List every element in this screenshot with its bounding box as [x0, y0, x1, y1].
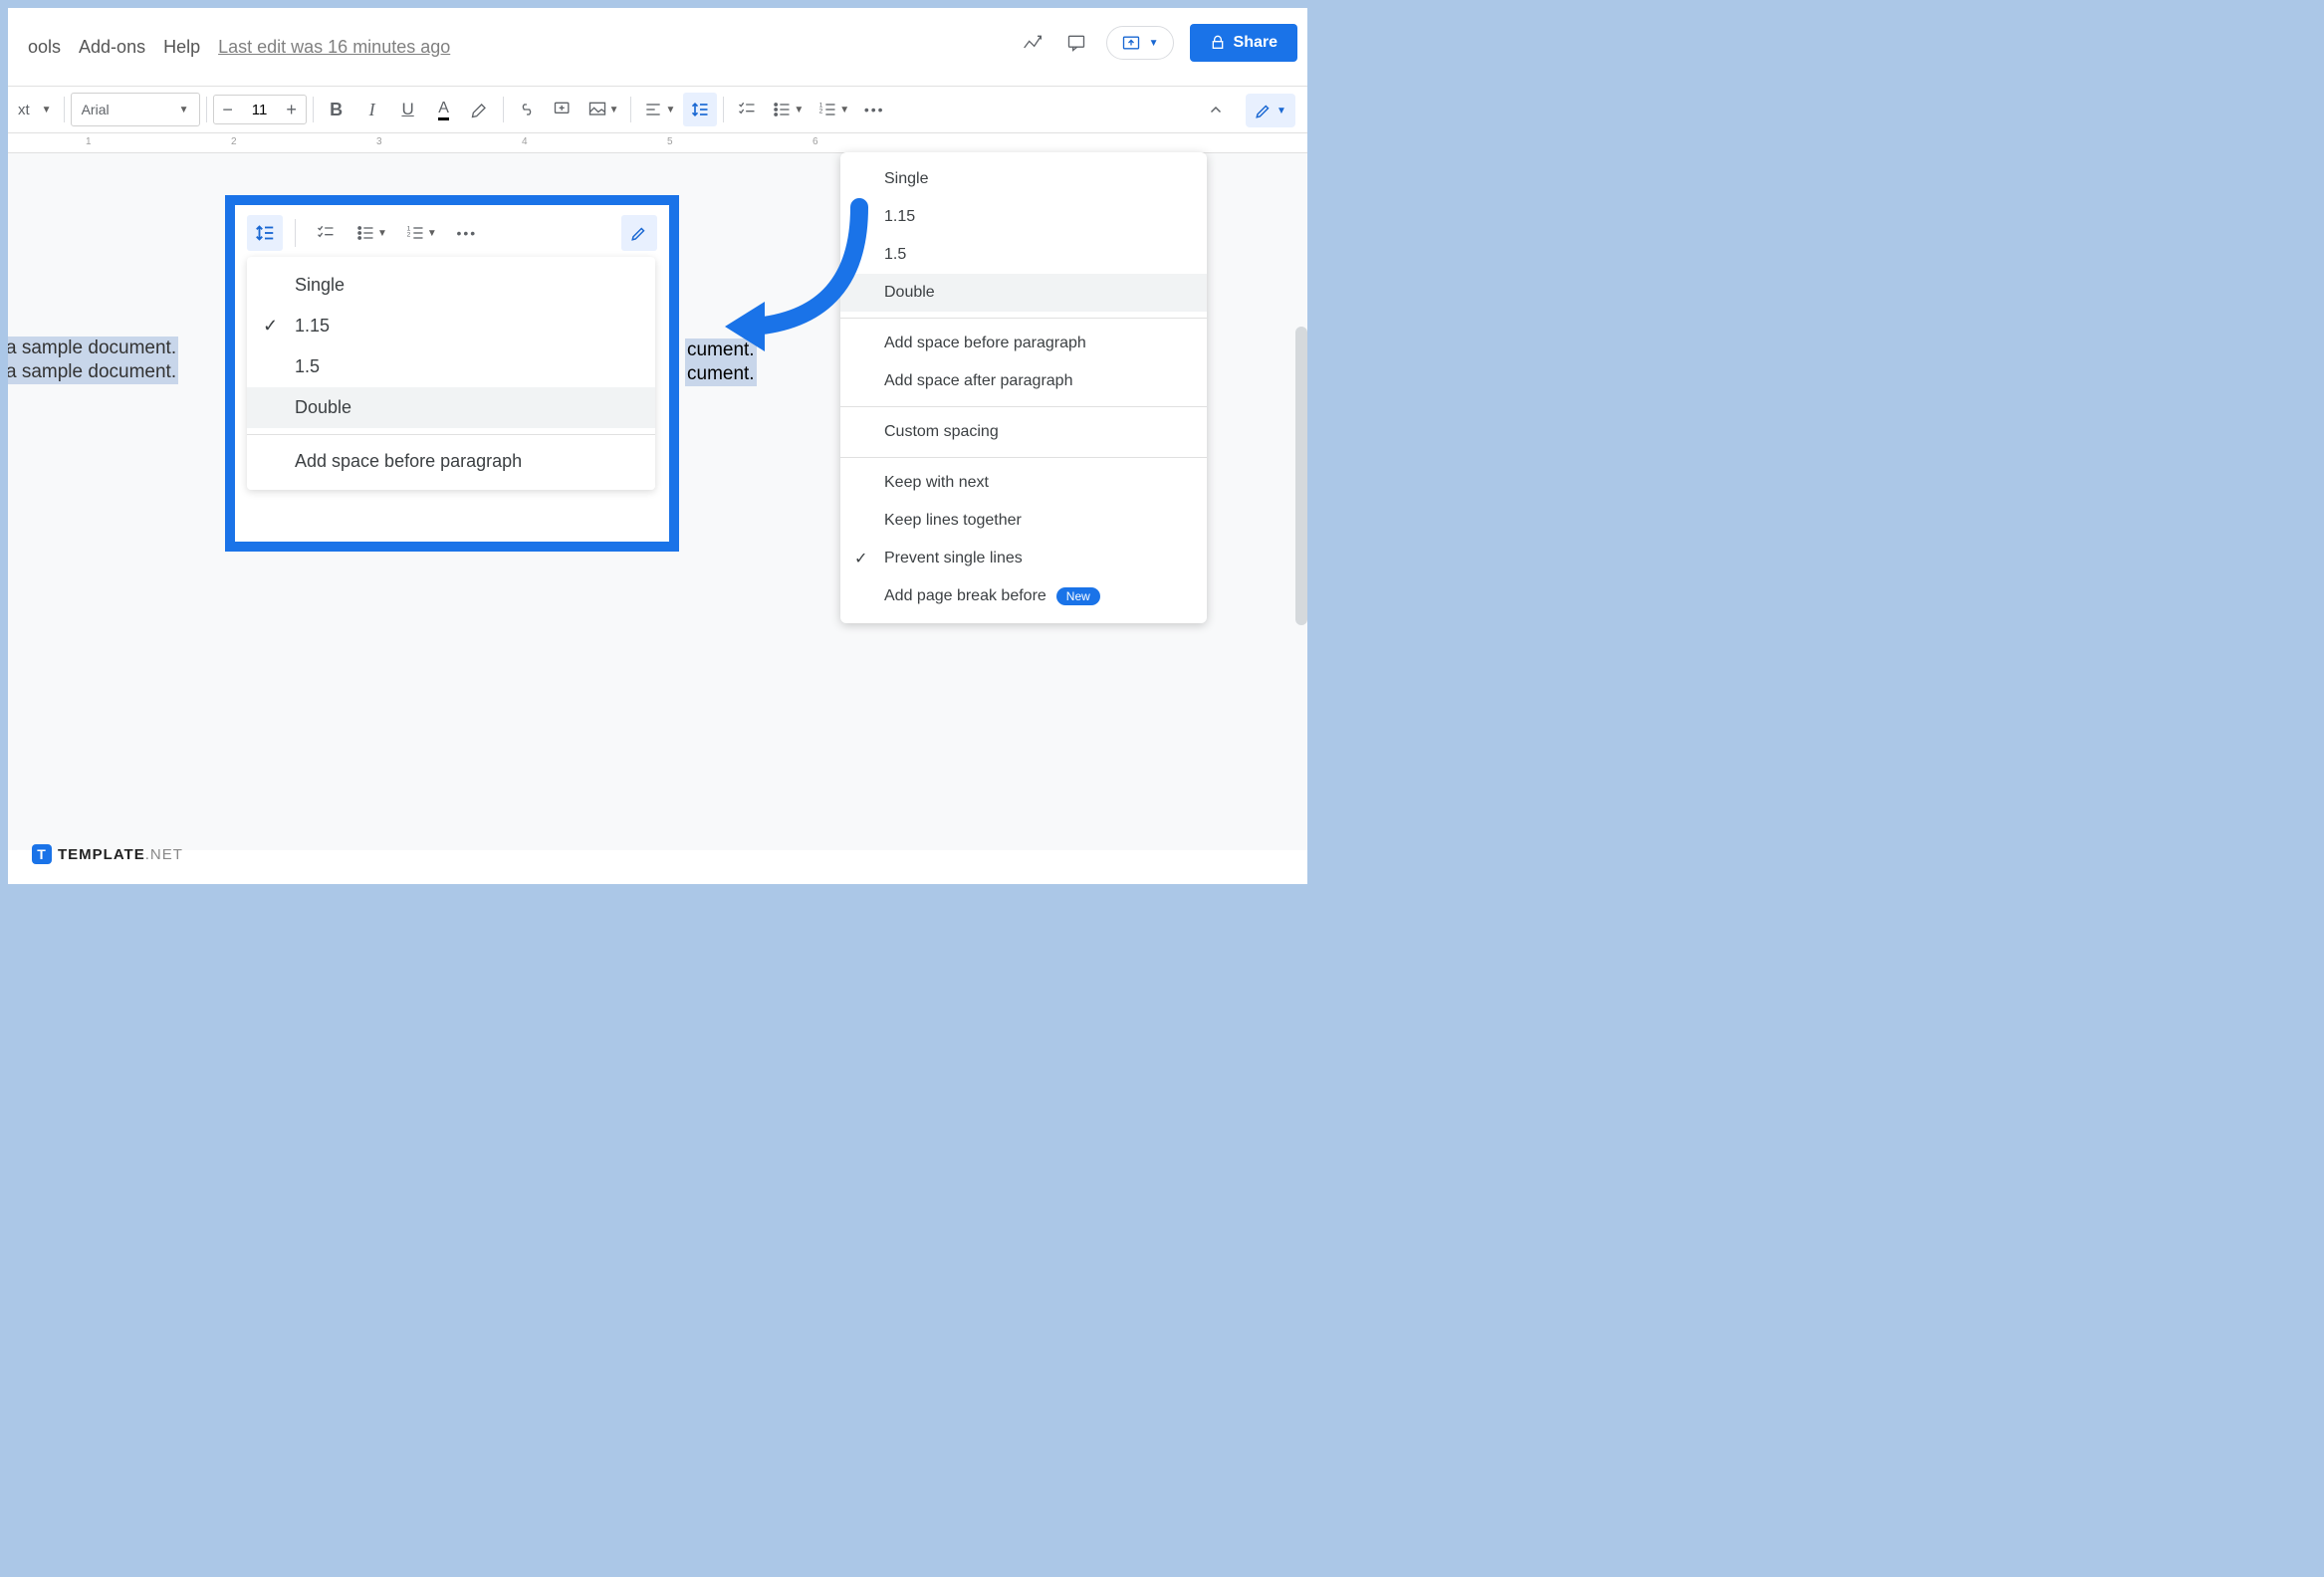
highlight-button[interactable] — [463, 93, 497, 126]
spacing-115[interactable]: ✓1.15 — [840, 198, 1207, 236]
styles-dropdown[interactable]: xt ▼ — [12, 93, 58, 126]
menu-tools[interactable]: ools — [28, 37, 61, 58]
size-value[interactable]: 11 — [242, 102, 278, 118]
add-space-before[interactable]: Add space before paragraph — [840, 325, 1207, 362]
editing-mode-button[interactable]: ▼ — [1246, 94, 1295, 127]
separator — [295, 219, 296, 247]
italic-button[interactable]: I — [355, 93, 389, 126]
checklist-button[interactable] — [730, 93, 764, 126]
comments-icon[interactable] — [1062, 29, 1090, 57]
separator — [630, 97, 631, 122]
callout-toolbar: ▼ 12 ▼ ••• — [235, 205, 669, 253]
bullet-list-button-zoom[interactable]: ▼ — [349, 215, 393, 251]
spacing-double-zoom[interactable]: Double — [247, 387, 655, 428]
ruler[interactable]: 1 2 3 4 5 6 — [8, 133, 1307, 153]
activity-icon[interactable] — [1019, 29, 1046, 57]
caret-down-icon: ▼ — [427, 228, 437, 239]
caret-down-icon: ▼ — [794, 105, 804, 115]
checklist-button-zoom[interactable] — [308, 215, 344, 251]
font-size-stepper[interactable]: − 11 + — [213, 95, 307, 124]
scrollbar-thumb[interactable] — [1295, 327, 1307, 625]
svg-text:2: 2 — [407, 231, 411, 238]
bold-button[interactable]: B — [320, 93, 353, 126]
ruler-tick: 2 — [231, 136, 237, 147]
bullet-list-button[interactable]: ▼ — [766, 93, 810, 126]
last-edit-link[interactable]: Last edit was 16 minutes ago — [218, 37, 450, 58]
caret-down-icon: ▼ — [839, 105, 849, 115]
spacing-115-zoom[interactable]: ✓1.15 — [247, 306, 655, 346]
spacing-double[interactable]: Double — [840, 274, 1207, 312]
new-badge: New — [1056, 587, 1100, 605]
text-color-button[interactable]: A — [427, 93, 461, 126]
separator — [206, 97, 207, 122]
caret-down-icon: ▼ — [665, 105, 675, 115]
collapse-toolbar-button[interactable] — [1196, 87, 1236, 134]
spacing-15-zoom[interactable]: 1.5 — [247, 346, 655, 387]
align-button[interactable]: ▼ — [637, 93, 681, 126]
ruler-tick: 4 — [522, 136, 528, 147]
separator — [64, 97, 65, 122]
ruler-tick: 5 — [667, 136, 673, 147]
image-button[interactable]: ▼ — [581, 93, 625, 126]
caret-down-icon: ▼ — [1277, 106, 1286, 116]
underline-button[interactable]: U — [391, 93, 425, 126]
prevent-single-lines[interactable]: ✓Prevent single lines — [840, 540, 1207, 577]
caret-down-icon: ▼ — [1149, 38, 1159, 49]
spacing-single-zoom[interactable]: Single — [247, 265, 655, 306]
callout-zoom: ▼ 12 ▼ ••• Single ✓1.15 1.5 Double Add s… — [225, 195, 679, 552]
caret-down-icon: ▼ — [377, 228, 387, 239]
caret-down-icon: ▼ — [609, 105, 619, 115]
font-dropdown[interactable]: Arial ▼ — [71, 93, 200, 126]
line-spacing-menu-zoom: Single ✓1.15 1.5 Double Add space before… — [247, 257, 655, 490]
custom-spacing[interactable]: Custom spacing — [840, 413, 1207, 451]
toolbar: xt ▼ Arial ▼ − 11 + B I U A ▼ — [8, 86, 1307, 133]
divider — [840, 457, 1207, 458]
numbered-list-button-zoom[interactable]: 12 ▼ — [399, 215, 443, 251]
menubar: ools Add-ons Help Last edit was 16 minut… — [8, 8, 1307, 86]
menu-addons[interactable]: Add-ons — [79, 37, 145, 58]
separator — [313, 97, 314, 122]
sample-text: a sample document. a sample document. — [8, 337, 178, 384]
divider — [247, 434, 655, 435]
menu-help[interactable]: Help — [163, 37, 200, 58]
divider — [840, 406, 1207, 407]
present-button[interactable]: ▼ — [1106, 26, 1174, 60]
more-button[interactable]: ••• — [857, 93, 891, 126]
callout-arrow — [705, 197, 874, 366]
line-spacing-button-zoom[interactable] — [247, 215, 283, 251]
more-button-zoom[interactable]: ••• — [449, 215, 485, 251]
spacing-15[interactable]: 1.5 — [840, 236, 1207, 274]
share-button[interactable]: Share — [1190, 24, 1297, 62]
size-minus[interactable]: − — [214, 100, 242, 120]
ruler-tick: 1 — [86, 136, 92, 147]
logo-icon: T — [32, 844, 52, 864]
keep-lines-together[interactable]: Keep lines together — [840, 502, 1207, 540]
ruler-tick: 6 — [813, 136, 818, 147]
app-window: ools Add-ons Help Last edit was 16 minut… — [8, 8, 1307, 884]
size-plus[interactable]: + — [278, 100, 306, 120]
numbered-list-button[interactable]: 12 ▼ — [812, 93, 855, 126]
ruler-tick: 3 — [376, 136, 382, 147]
check-icon: ✓ — [854, 549, 867, 568]
add-space-after[interactable]: Add space after paragraph — [840, 362, 1207, 400]
divider — [840, 318, 1207, 319]
line-spacing-button[interactable] — [683, 93, 717, 126]
line-spacing-menu: Single ✓1.15 1.5 Double Add space before… — [840, 152, 1207, 623]
caret-down-icon: ▼ — [42, 105, 52, 115]
keep-with-next[interactable]: Keep with next — [840, 464, 1207, 502]
comment-button[interactable] — [546, 93, 580, 126]
separator — [723, 97, 724, 122]
add-space-before-zoom[interactable]: Add space before paragraph — [247, 441, 655, 482]
separator — [503, 97, 504, 122]
link-button[interactable] — [510, 93, 544, 126]
share-label: Share — [1234, 34, 1278, 52]
svg-text:2: 2 — [819, 108, 823, 114]
check-icon: ✓ — [263, 316, 278, 337]
editing-mode-zoom[interactable] — [621, 215, 657, 251]
watermark: T TEMPLATE.NET — [32, 844, 183, 864]
spacing-single[interactable]: Single — [840, 160, 1207, 198]
caret-down-icon: ▼ — [179, 105, 189, 115]
page-break-before[interactable]: Add page break beforeNew — [840, 577, 1207, 615]
